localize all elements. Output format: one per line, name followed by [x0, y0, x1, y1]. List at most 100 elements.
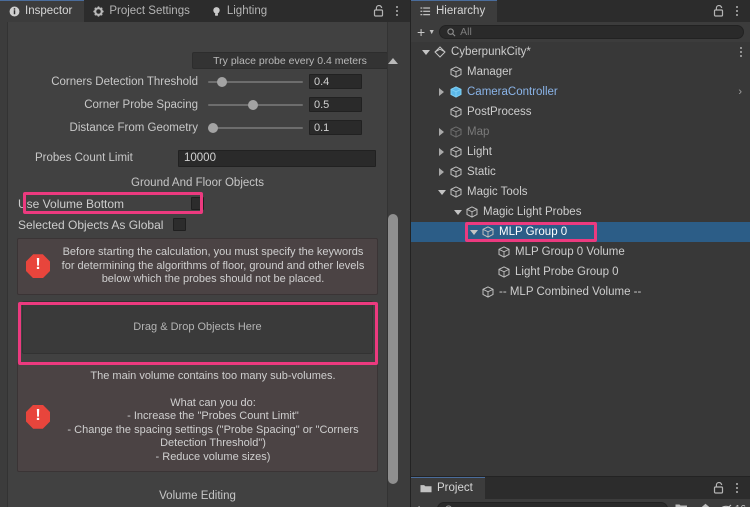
- project-toolbar: + ▼ 16: [411, 499, 750, 507]
- tab-hierarchy[interactable]: Hierarchy: [411, 0, 498, 22]
- subvolumes-warning-box: ! The main volume contains too many sub-…: [17, 361, 378, 472]
- corner-probe-spacing-value[interactable]: 0.5: [309, 97, 362, 112]
- inspector-tab-actions: [373, 0, 410, 22]
- prefab-open-chevron-icon[interactable]: ›: [738, 86, 742, 98]
- add-gameobject-button[interactable]: + ▼: [417, 24, 435, 40]
- prefab-cube-icon: [448, 86, 463, 98]
- slider-knob[interactable]: [217, 76, 228, 87]
- scroll-up-arrow[interactable]: [388, 46, 398, 64]
- tab-lighting[interactable]: Lighting: [202, 0, 279, 22]
- keywords-warning-text: Before starting the calculation, you mus…: [61, 246, 365, 285]
- hierarchy-tabbar: Hierarchy: [411, 0, 750, 22]
- hierarchy-item-mlp-combined-volume[interactable]: -- MLP Combined Volume --: [411, 282, 750, 302]
- probes-count-limit-input[interactable]: 10000: [178, 149, 376, 167]
- kebab-menu-icon[interactable]: [393, 4, 401, 18]
- hierarchy-item-light-probe-group-0[interactable]: Light Probe Group 0: [411, 262, 750, 282]
- foldout-expanded-icon[interactable]: [435, 189, 448, 195]
- hierarchy-item-label: Light: [467, 146, 492, 158]
- tab-hierarchy-label: Hierarchy: [436, 5, 486, 17]
- scene-icon: [432, 46, 447, 58]
- tab-lighting-label: Lighting: [226, 5, 268, 17]
- probe-spacing-tooltip: Try place probe every 0.4 meters: [192, 52, 387, 69]
- foldout-collapsed-icon[interactable]: [435, 128, 448, 136]
- hierarchy-icon: [420, 6, 431, 15]
- corners-detection-threshold-value[interactable]: 0.4: [309, 74, 362, 89]
- plus-icon: +: [417, 24, 426, 40]
- tab-inspector-label: Inspector: [25, 5, 73, 17]
- lock-open-icon[interactable]: [713, 482, 724, 494]
- hierarchy-item-postprocess[interactable]: PostProcess: [411, 102, 750, 122]
- kebab-menu-icon[interactable]: [733, 481, 741, 495]
- tab-inspector[interactable]: Inspector: [0, 0, 85, 22]
- gameobject-cube-icon: [448, 126, 463, 138]
- foldout-collapsed-icon[interactable]: [435, 148, 448, 156]
- drag-drop-objects-zone[interactable]: Drag & Drop Objects Here: [22, 300, 373, 354]
- plus-icon: +: [415, 501, 423, 507]
- hierarchy-search-placeholder: All: [460, 26, 472, 38]
- lock-open-icon[interactable]: [713, 5, 724, 17]
- hierarchy-item-label: -- MLP Combined Volume --: [499, 286, 642, 298]
- lock-open-icon[interactable]: [373, 5, 384, 17]
- hierarchy-item-cyberpunkcity[interactable]: CyberpunkCity*: [411, 42, 750, 62]
- distance-from-geometry-value[interactable]: 0.1: [309, 120, 362, 135]
- hierarchy-item-magic-tools[interactable]: Magic Tools: [411, 182, 750, 202]
- tab-project-label: Project: [437, 482, 473, 494]
- tabbar-spacer: [485, 477, 713, 499]
- hierarchy-item-mlp-group-0[interactable]: MLP Group 0: [411, 222, 750, 242]
- project-add-button[interactable]: + ▼: [415, 501, 433, 507]
- use-volume-bottom-row[interactable]: Use Volume Bottom: [8, 194, 387, 213]
- foldout-collapsed-icon[interactable]: [435, 88, 448, 96]
- project-tab-actions: [713, 477, 750, 499]
- gameobject-cube-icon: [480, 286, 495, 298]
- selected-objects-as-global-checkbox[interactable]: [173, 218, 187, 231]
- hierarchy-item-mlp-group-0-volume[interactable]: MLP Group 0 Volume: [411, 242, 750, 262]
- scrollbar-thumb[interactable]: [388, 214, 398, 484]
- foldout-expanded-icon[interactable]: [451, 209, 464, 215]
- tab-project-settings[interactable]: Project Settings: [84, 0, 202, 22]
- scene-kebab-menu-icon[interactable]: [740, 47, 742, 57]
- probes-count-limit-row: Probes Count Limit 10000: [8, 146, 387, 170]
- gameobject-cube-icon: [448, 66, 463, 78]
- folder-icon: [420, 484, 432, 492]
- hierarchy-item-cameracontroller[interactable]: CameraController ›: [411, 82, 750, 102]
- foldout-expanded-icon[interactable]: [467, 229, 480, 235]
- tab-project[interactable]: Project: [411, 477, 485, 499]
- inspector-tabbar: Inspector Project Settings Lighting: [0, 0, 410, 22]
- chevron-down-icon: ▼: [428, 28, 436, 36]
- distance-from-geometry-slider[interactable]: [207, 121, 303, 135]
- asset-count-badge[interactable]: 16: [720, 504, 746, 507]
- tabbar-spacer: [497, 0, 713, 22]
- distance-from-geometry-row: Distance From Geometry 0.1: [8, 117, 387, 138]
- hierarchy-item-label: Manager: [467, 66, 513, 78]
- hierarchy-item-label: Map: [467, 126, 490, 138]
- foldout-collapsed-icon[interactable]: [435, 168, 448, 176]
- inspector-scrollbar[interactable]: [387, 46, 399, 507]
- hierarchy-search-input[interactable]: All: [439, 25, 744, 39]
- tab-project-settings-label: Project Settings: [109, 5, 190, 17]
- use-volume-bottom-label: Use Volume Bottom: [18, 196, 125, 211]
- hierarchy-tree[interactable]: CyberpunkCity* Manager CameraController › Po…: [411, 42, 750, 476]
- slider-knob[interactable]: [207, 122, 218, 133]
- use-volume-bottom-checkbox[interactable]: [191, 197, 205, 210]
- inspector-panel: Inspector Project Settings Lighting Try …: [0, 0, 410, 507]
- corners-detection-threshold-slider[interactable]: [208, 75, 303, 89]
- corner-probe-spacing-label: Corner Probe Spacing: [84, 98, 198, 111]
- search-by-type-icon[interactable]: [672, 502, 692, 507]
- slider-knob[interactable]: [247, 99, 258, 110]
- search-by-label-icon[interactable]: [696, 502, 716, 507]
- hierarchy-item-map[interactable]: Map: [411, 122, 750, 142]
- hierarchy-item-static[interactable]: Static: [411, 162, 750, 182]
- kebab-menu-icon[interactable]: [733, 4, 741, 18]
- gear-icon: [93, 5, 104, 17]
- hierarchy-item-label: PostProcess: [467, 106, 532, 118]
- project-search-input[interactable]: [437, 502, 668, 507]
- hierarchy-item-light[interactable]: Light: [411, 142, 750, 162]
- foldout-expanded-icon[interactable]: [419, 49, 432, 55]
- hierarchy-item-label: CyberpunkCity*: [451, 46, 531, 58]
- corner-probe-spacing-slider[interactable]: [208, 98, 303, 112]
- hierarchy-item-manager[interactable]: Manager: [411, 62, 750, 82]
- corner-probe-spacing-row: Corner Probe Spacing 0.5: [8, 94, 387, 115]
- hierarchy-item-magic-light-probes[interactable]: Magic Light Probes: [411, 202, 750, 222]
- selected-objects-as-global-row[interactable]: Selected Objects As Global: [8, 215, 387, 234]
- hierarchy-toolbar: + ▼ All: [411, 22, 750, 42]
